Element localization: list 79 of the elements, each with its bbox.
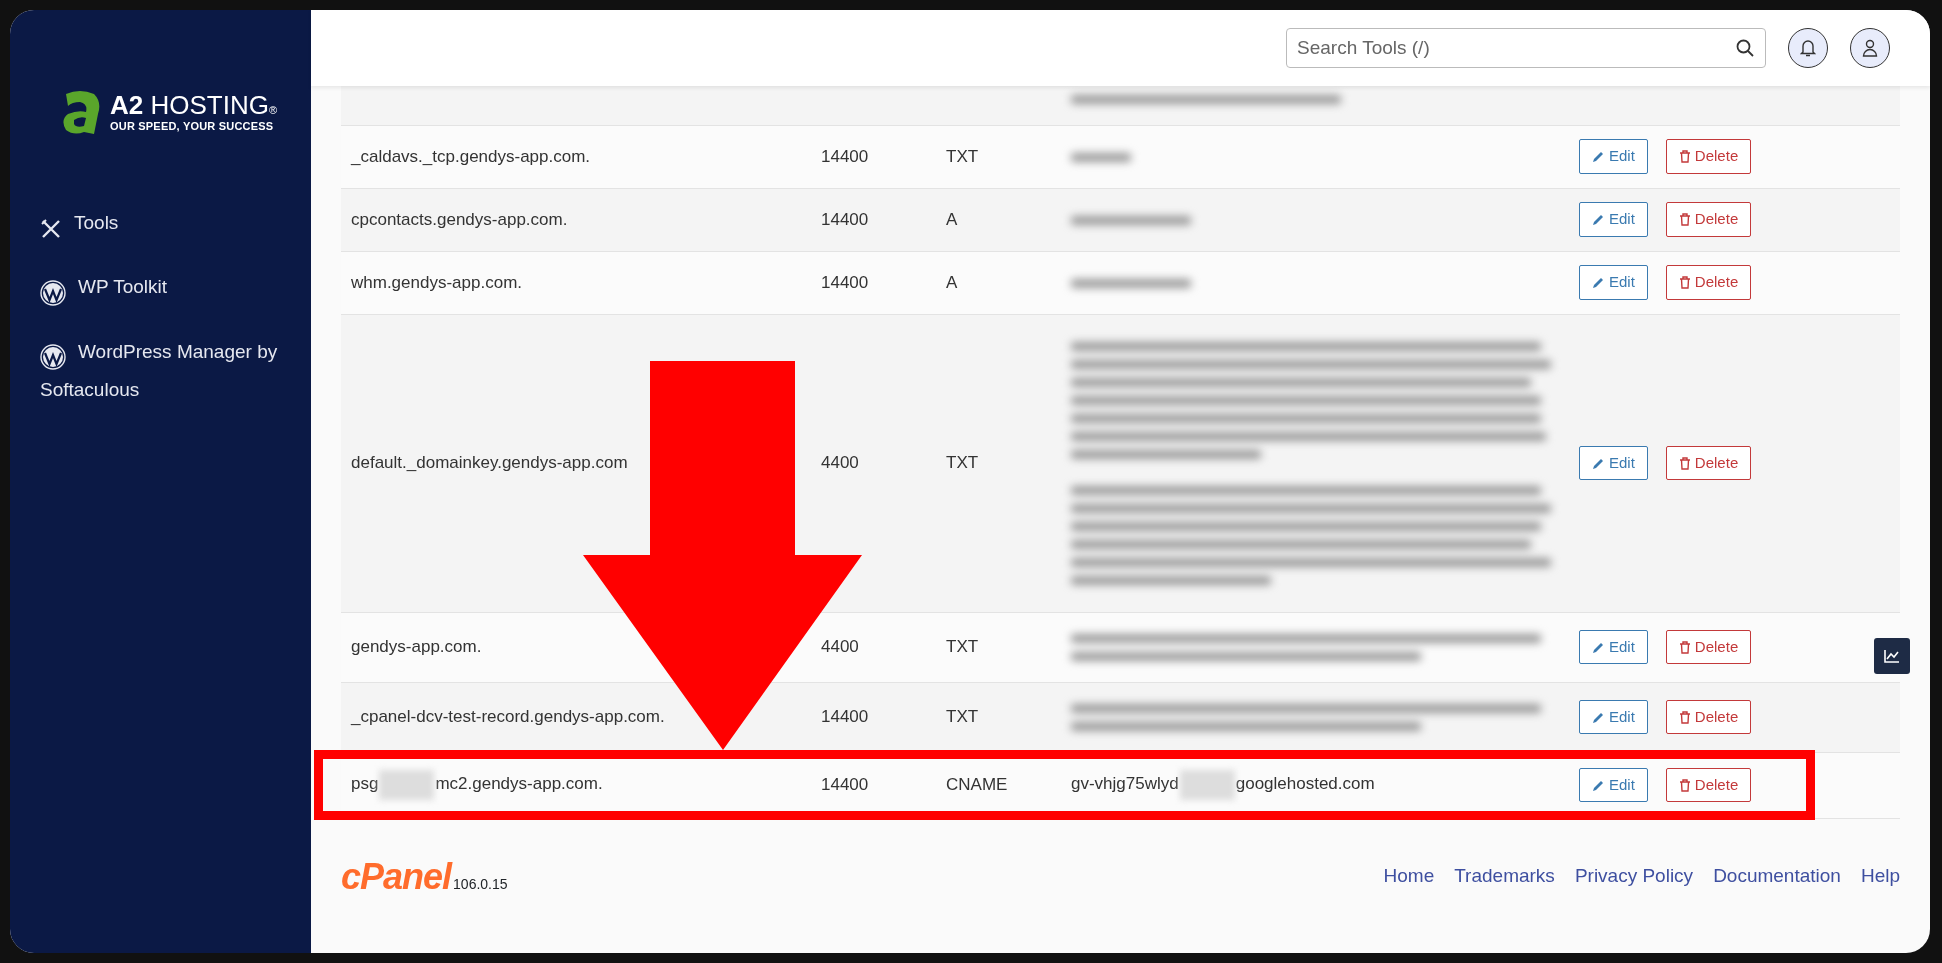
footer-link[interactable]: Trademarks [1454,862,1555,891]
delete-button[interactable]: Delete [1665,265,1752,300]
chart-icon [1884,649,1900,663]
search-field[interactable]: Search Tools (/) [1286,28,1766,68]
record-type: TXT [946,707,979,727]
ttl-text: 4400 [821,637,859,657]
user-icon [1862,39,1878,57]
search-icon [1736,39,1754,57]
trash-icon [1678,778,1691,792]
edit-button[interactable]: Edit [1579,445,1648,481]
pencil-icon [1592,456,1605,470]
pencil-icon [1592,640,1605,654]
pencil-icon [1592,778,1605,792]
ttl-text: 14400 [821,209,869,229]
sidebar-item[interactable]: WP Toolkit [40,270,280,309]
pencil-icon [1592,710,1605,724]
sidebar-item[interactable]: Tools [40,206,280,245]
footer-link[interactable]: Privacy Policy [1574,862,1694,891]
redacted-area [379,770,435,800]
blurred-value [1071,152,1131,162]
ttl-text: 14400 [821,272,869,292]
record-name: _caldavs._tcp.gendys-app.com. [351,146,591,166]
user-account-button[interactable] [1850,28,1890,68]
pencil-icon [1592,213,1605,226]
trash-icon [1678,213,1691,226]
chart-button[interactable] [1874,638,1910,674]
record-type: A [946,272,958,292]
delete-button[interactable]: Delete [1665,767,1752,803]
edit-button[interactable]: Edit [1579,629,1648,665]
record-name-part: mc2.gendys-app.com. [435,774,603,794]
edit-button[interactable]: Edit [1579,139,1648,174]
record-type: A [946,209,958,229]
trash-icon [1678,276,1691,289]
edit-button[interactable]: Edit [1579,699,1648,735]
trash-icon [1678,456,1691,470]
trash-icon [1678,150,1691,163]
version-text: 106.0.15 [453,874,508,894]
wordpress-icon [40,344,66,371]
record-value-part: googlehosted.com [1235,774,1375,794]
brand-name: A2 HOSTING® [110,91,278,118]
ttl-text: 14400 [821,707,869,727]
redacted-area [1179,770,1235,800]
edit-button[interactable]: Edit [1579,767,1648,803]
ttl-text: 14400 [821,775,869,795]
record-name: default._domainkey.gendys-app.com [351,453,628,473]
record-name: gendys-app.com. [351,637,482,657]
brand-tagline: OUR SPEED, YOUR SUCCESS [110,118,275,134]
record-name: psg [351,774,379,794]
record-type: CNAME [946,775,1008,795]
trash-icon [1678,710,1691,724]
brand-logo-icon [60,90,102,136]
record-type: TXT [946,146,979,166]
trash-icon [1678,640,1691,654]
ttl-text: 4400 [821,453,859,473]
record-value: gv-vhjg75wlyd [1071,774,1179,794]
edit-button[interactable]: Edit [1579,202,1648,237]
footer-link[interactable]: Documentation [1713,862,1841,891]
footer-link[interactable]: Home [1383,862,1435,891]
pencil-icon [1592,276,1605,289]
record-name: whm.gendys-app.com. [351,272,523,292]
pencil-icon [1592,150,1605,163]
cpanel-logo: cPanel [341,858,452,895]
bell-icon [1800,39,1816,57]
tools-icon [40,218,62,240]
record-type: TXT [946,637,979,657]
delete-button[interactable]: Delete [1665,445,1752,481]
delete-button[interactable]: Delete [1665,202,1752,237]
delete-button[interactable]: Delete [1665,699,1752,735]
wordpress-icon [40,280,66,307]
notifications-button[interactable] [1788,28,1828,68]
delete-button[interactable]: Delete [1665,139,1752,174]
record-type: TXT [946,453,979,473]
record-name: _cpanel-dcv-test-record.gendys-app.com. [351,707,665,727]
edit-button[interactable]: Edit [1579,265,1648,300]
record-name: cpcontacts.gendys-app.com. [351,209,568,229]
footer-link[interactable]: Help [1860,862,1900,891]
sidebar-item[interactable]: WordPress Manager by Softaculous [40,334,280,406]
ttl-text: 14400 [821,146,869,166]
delete-button[interactable]: Delete [1665,629,1752,665]
